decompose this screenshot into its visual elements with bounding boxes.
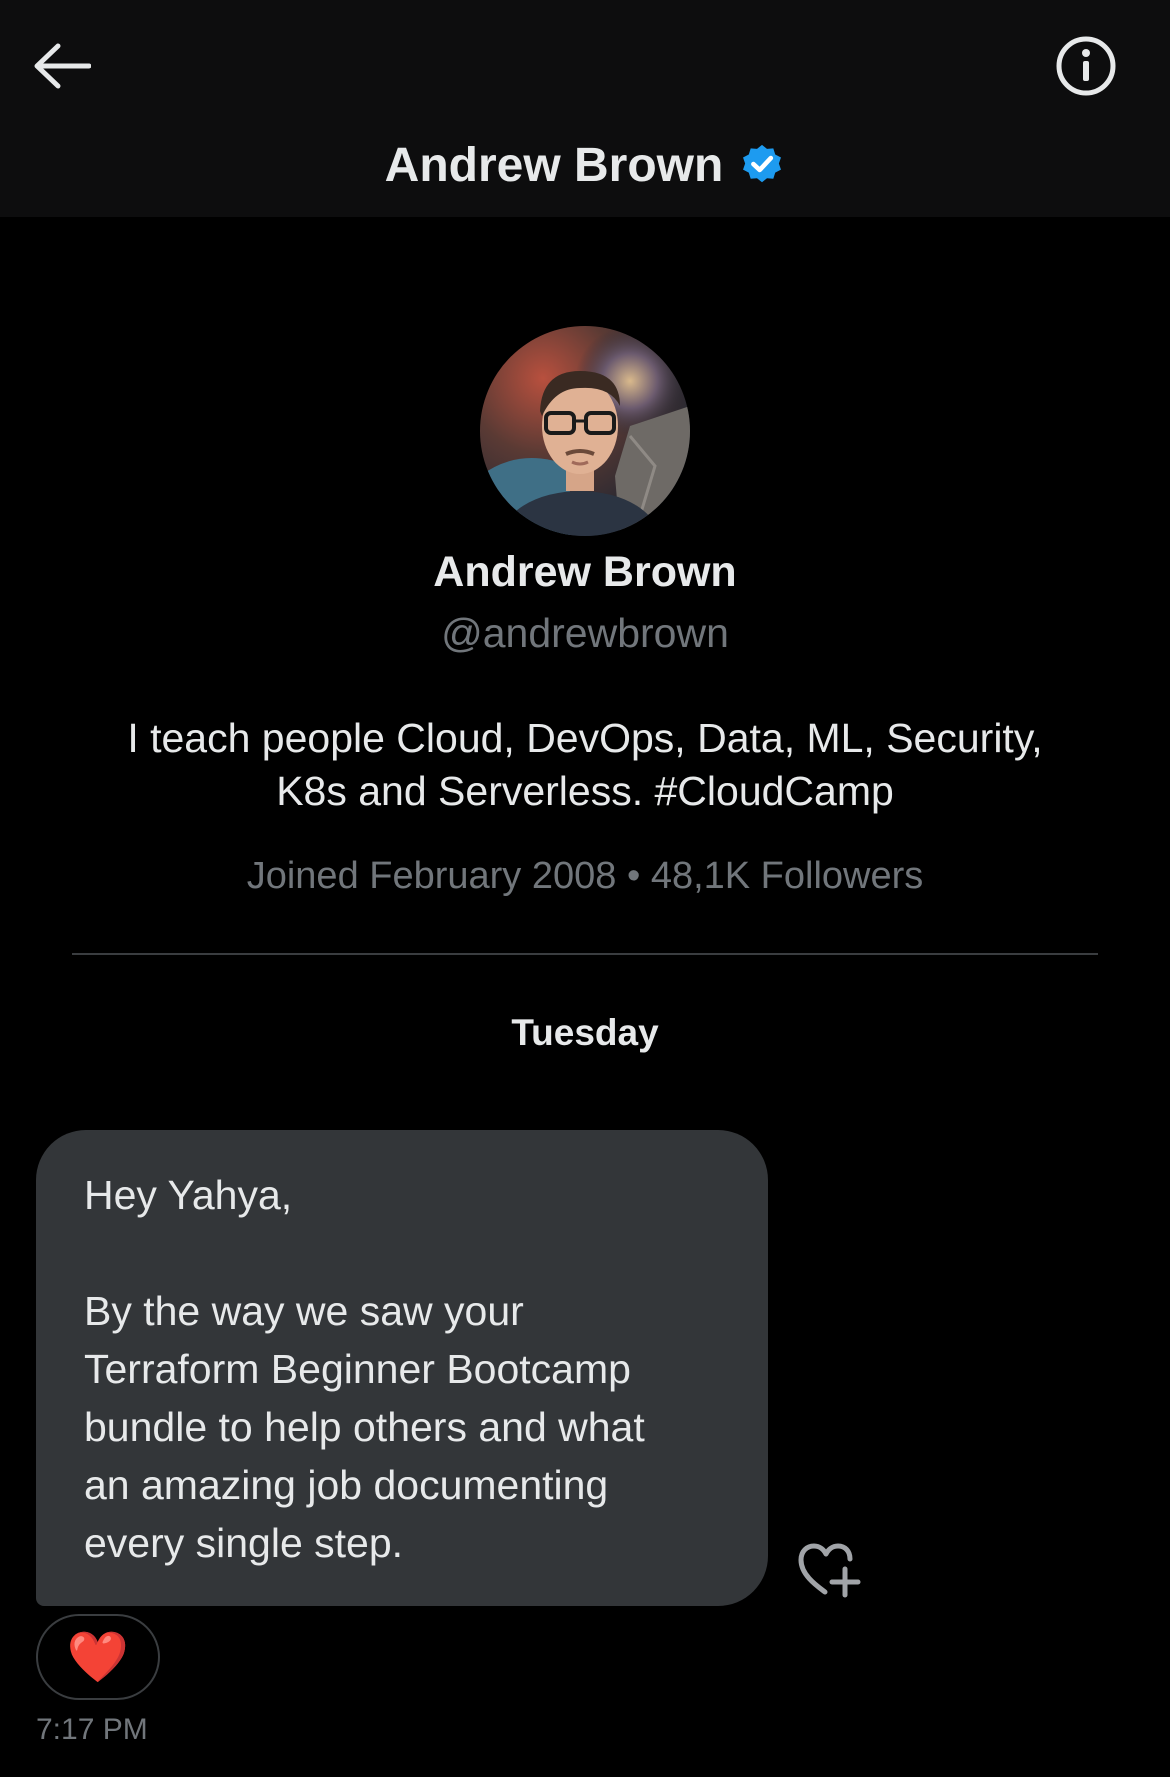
avatar[interactable] [480, 326, 690, 536]
header-title[interactable]: Andrew Brown [0, 130, 1170, 200]
conversation-header: Andrew Brown [0, 0, 1170, 217]
avatar-image [480, 326, 690, 536]
profile-bio: I teach people Cloud, DevOps, Data, ML, … [60, 712, 1110, 818]
back-button[interactable] [28, 36, 96, 96]
info-circle-icon [1056, 36, 1116, 96]
message-timestamp: 7:17 PM [36, 1713, 148, 1746]
profile-meta: Joined February 2008 • 48,1K Followers [246, 855, 924, 897]
add-reaction-button[interactable] [790, 1536, 866, 1602]
bio-line: I teach people Cloud, DevOps, Data, ML, … [127, 715, 1043, 761]
verified-badge-icon [743, 144, 782, 183]
header-name: Andrew Brown [384, 138, 724, 192]
profile-name[interactable]: Andrew Brown [0, 548, 1170, 597]
bio-line: K8s and Serverless. #CloudCamp [276, 768, 894, 814]
divider [72, 953, 1098, 955]
reaction-pill[interactable]: ❤️ [36, 1614, 160, 1700]
heart-reaction: ❤️ [66, 1629, 130, 1685]
heart-plus-icon [798, 1543, 861, 1598]
info-button[interactable] [1050, 32, 1122, 100]
message-greeting: Hey Yahya, [84, 1172, 293, 1218]
day-separator: Tuesday [511, 1012, 659, 1053]
message-line: By the way we saw your [84, 1288, 524, 1334]
message-line: an amazing job documenting [84, 1462, 609, 1508]
message-line: Terraform Beginner Bootcamp [84, 1346, 631, 1392]
message-bubble[interactable]: Hey Yahya, By the way we saw your Terraf… [36, 1130, 768, 1606]
arrow-left-icon [34, 43, 91, 89]
profile-handle[interactable]: @andrewbrown [0, 610, 1170, 657]
message-line: every single step. [84, 1520, 404, 1566]
message-line: bundle to help others and what [84, 1404, 645, 1450]
